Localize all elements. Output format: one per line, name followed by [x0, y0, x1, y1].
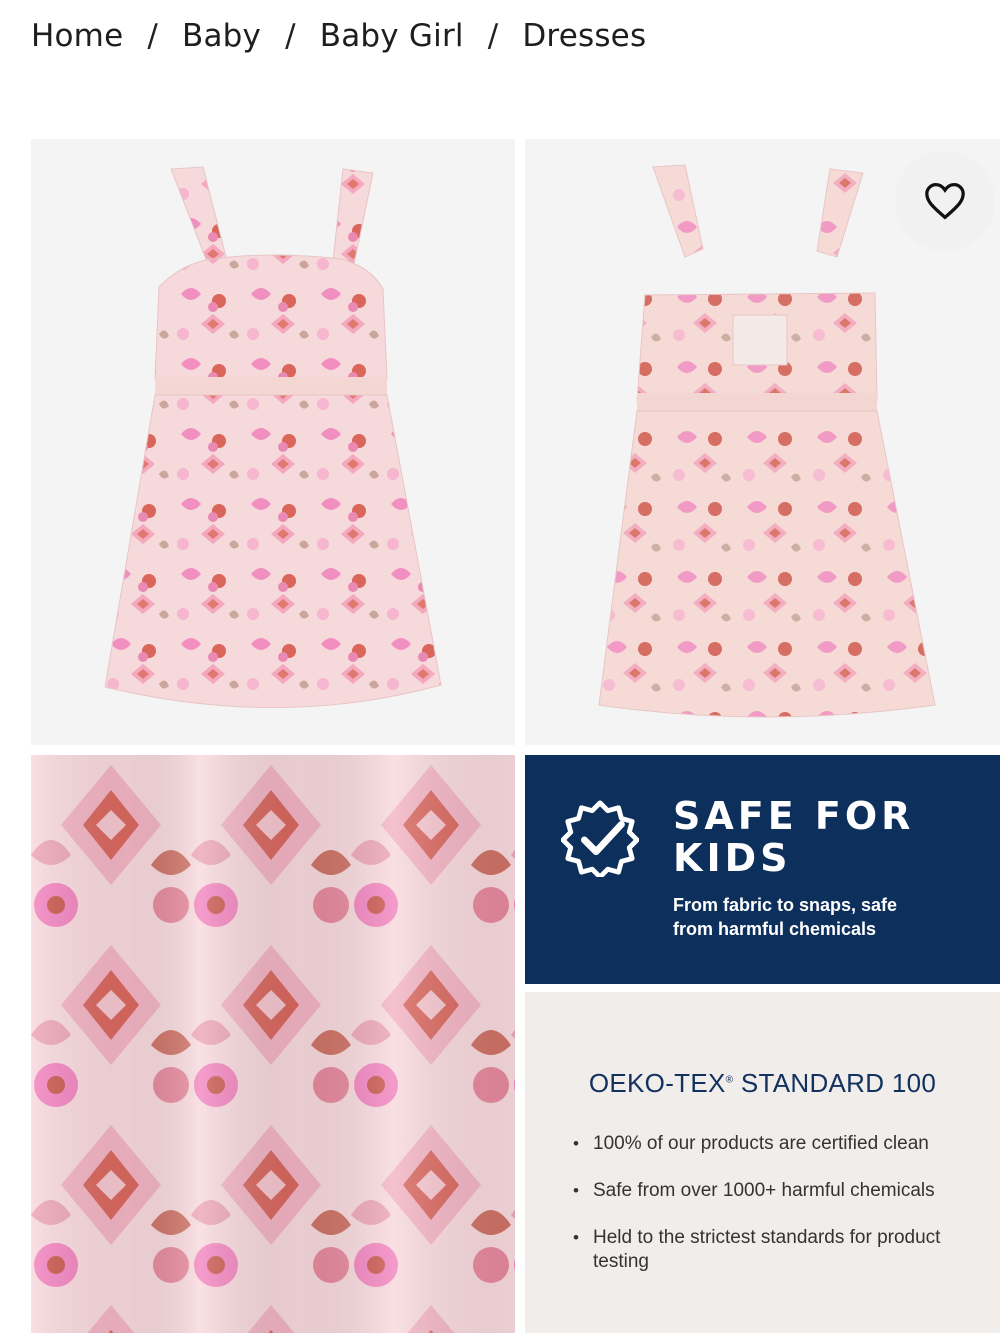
safe-for-kids-title: SAFE FOR KIDS — [673, 795, 983, 879]
breadcrumb-dresses[interactable]: Dresses — [522, 18, 646, 54]
breadcrumb-baby[interactable]: Baby — [182, 18, 261, 54]
fabric-closeup-image[interactable] — [31, 755, 515, 1333]
heart-outline-icon — [925, 182, 965, 220]
dress-front-image[interactable] — [31, 139, 515, 745]
breadcrumb-baby-girl[interactable]: Baby Girl — [320, 18, 464, 54]
oeko-tex-panel: OEKO-TEX® STANDARD 100 100% of our produ… — [525, 992, 1000, 1333]
breadcrumb-separator: / — [285, 18, 296, 54]
list-item: Held to the strictest standards for prod… — [573, 1226, 973, 1274]
list-item: Safe from over 1000+ harmful chemicals — [573, 1179, 973, 1203]
breadcrumb: Home / Baby / Baby Girl / Dresses — [31, 14, 646, 58]
favorite-button[interactable] — [895, 151, 995, 251]
check-badge-icon — [561, 800, 639, 877]
safe-for-kids-banner: SAFE FOR KIDS From fabric to snaps, safe… — [525, 755, 1000, 984]
oeko-tex-bullet-list: 100% of our products are certified clean… — [573, 1132, 973, 1297]
breadcrumb-home[interactable]: Home — [31, 18, 123, 54]
breadcrumb-separator: / — [147, 18, 159, 54]
list-item: 100% of our products are certified clean — [573, 1132, 973, 1156]
safe-title-line: KIDS — [673, 836, 792, 880]
oeko-tex-standard: STANDARD 100 — [733, 1068, 937, 1098]
safe-title-line: SAFE FOR — [673, 794, 915, 838]
safe-subtitle-line: from harmful chemicals — [673, 919, 877, 939]
dress-back-image[interactable] — [525, 139, 1000, 745]
safe-for-kids-subtitle: From fabric to snaps, safe from harmful … — [673, 893, 973, 941]
oeko-tex-title: OEKO-TEX® STANDARD 100 — [525, 1068, 1000, 1099]
oeko-tex-name: OEKO-TEX — [588, 1068, 726, 1098]
safe-subtitle-line: From fabric to snaps, safe — [673, 895, 898, 915]
breadcrumb-separator: / — [487, 18, 499, 54]
